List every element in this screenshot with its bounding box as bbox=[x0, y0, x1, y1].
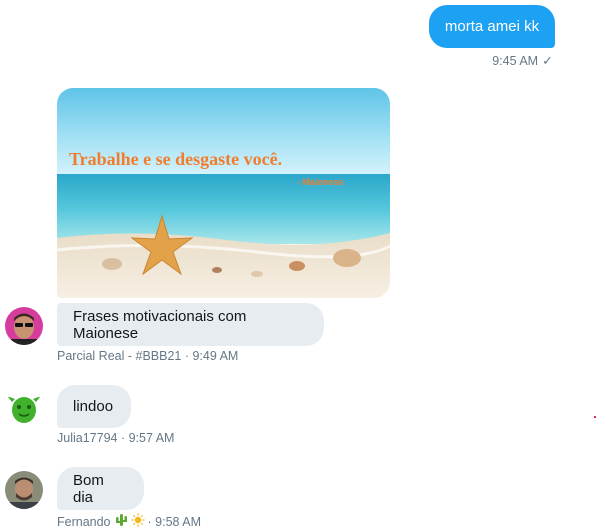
message-meta: Julia17794 · 9:57 AM bbox=[57, 431, 175, 445]
sender-name: Fernando bbox=[57, 514, 111, 529]
outgoing-message-bubble[interactable]: morta amei kk bbox=[429, 5, 555, 48]
avatar[interactable] bbox=[5, 471, 43, 509]
avatar[interactable] bbox=[5, 389, 43, 427]
message-text: Bom dia bbox=[73, 471, 104, 506]
incoming-message-bubble[interactable]: lindoo bbox=[57, 385, 131, 428]
beach-image: Trabalhe e se desgaste você. - Maionese bbox=[57, 88, 390, 298]
incoming-message-bubble[interactable]: Frases motivacionais com Maionese bbox=[57, 303, 324, 346]
cactus-icon bbox=[114, 513, 128, 530]
message-text: Frases motivacionais com Maionese bbox=[73, 307, 247, 342]
outgoing-message-time: 9:45 AM bbox=[492, 54, 539, 68]
image-message[interactable]: Trabalhe e se desgaste você. - Maionese bbox=[57, 88, 390, 298]
sun-icon bbox=[131, 513, 145, 530]
avatar-man-photo bbox=[5, 471, 43, 509]
message-meta: Parcial Real - #BBB21 · 9:49 AM bbox=[57, 349, 239, 363]
outgoing-message-text: morta amei kk bbox=[444, 18, 540, 35]
avatar-man-sunglasses bbox=[5, 307, 43, 345]
avatar[interactable] bbox=[5, 307, 43, 345]
image-quote-signature: - Maionese bbox=[297, 177, 344, 187]
check-icon: ✓ bbox=[542, 53, 553, 68]
incoming-message-bubble[interactable]: Bom dia bbox=[57, 467, 144, 510]
image-quote-text: Trabalhe e se desgaste você. bbox=[69, 149, 282, 169]
avatar-green-creature bbox=[5, 389, 43, 427]
indicator-dot bbox=[594, 416, 596, 418]
message-text: lindoo bbox=[73, 398, 114, 415]
outgoing-message-meta: 9:45 AM ✓ bbox=[492, 53, 553, 69]
message-meta: Fernando · 9:58 AM bbox=[57, 513, 201, 530]
message-time: · 9:58 AM bbox=[147, 514, 202, 529]
